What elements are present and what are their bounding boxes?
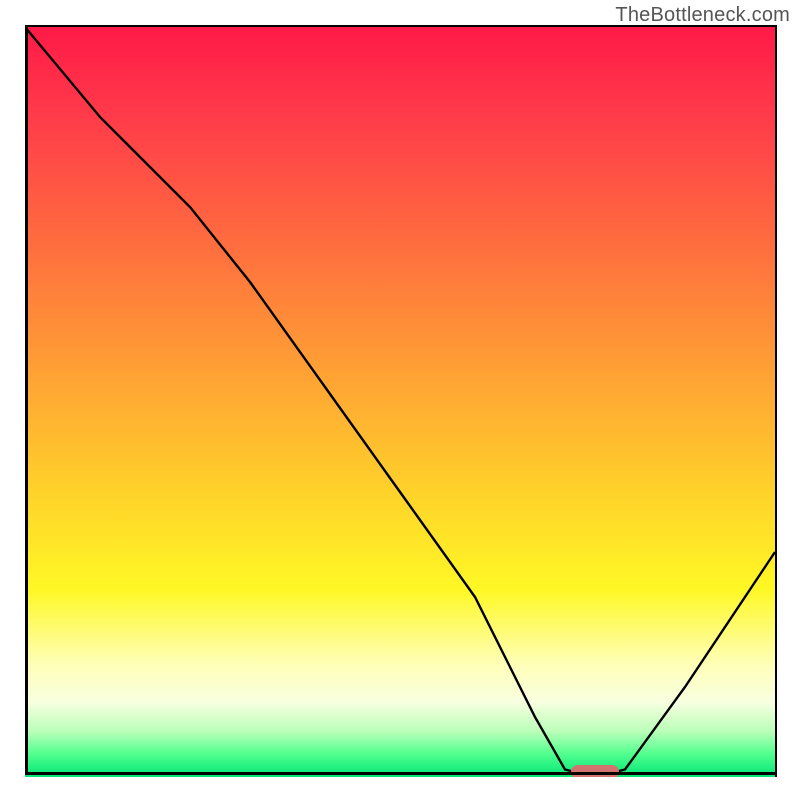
optimal-marker bbox=[571, 765, 619, 777]
chart-frame: TheBottleneck.com bbox=[0, 0, 800, 800]
watermark-text: TheBottleneck.com bbox=[615, 4, 790, 27]
bottleneck-curve bbox=[25, 27, 775, 777]
plot-area bbox=[25, 25, 777, 777]
